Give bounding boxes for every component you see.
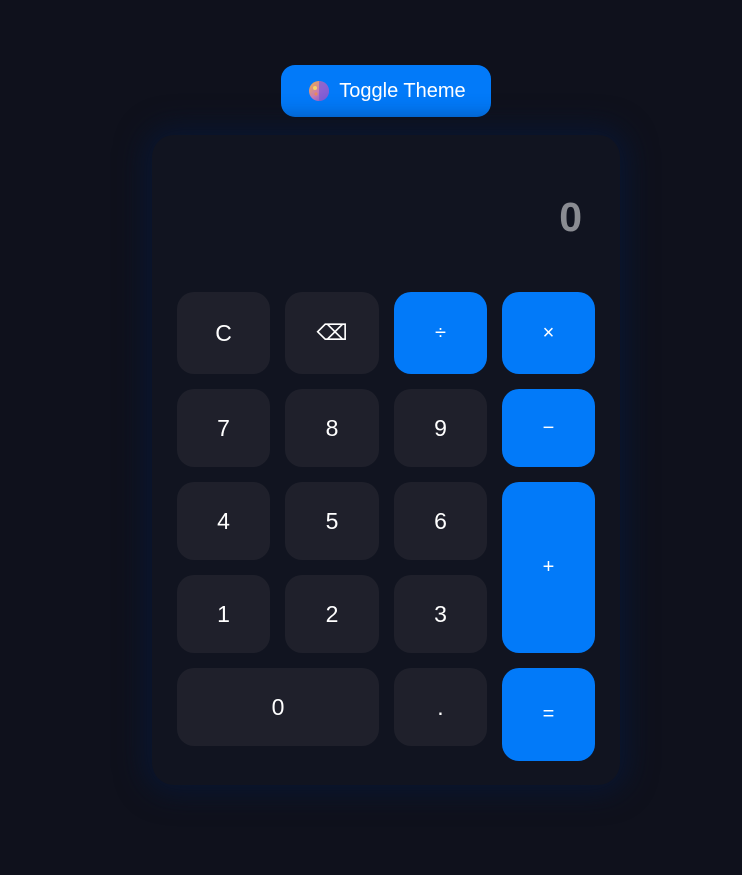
calculator-panel: 0 C ⌫ ÷ × 7 8 9 − 4 5 6 + 1 2 3 0 . =: [152, 135, 620, 785]
calculator-page: Toggle Theme 0 C ⌫ ÷ × 7 8 9 − 4 5 6 + 1…: [0, 0, 742, 875]
digit-3-button[interactable]: 3: [394, 575, 487, 653]
digit-8-button[interactable]: 8: [285, 389, 379, 467]
backspace-button[interactable]: ⌫: [285, 292, 379, 374]
divide-button[interactable]: ÷: [394, 292, 487, 374]
equals-button[interactable]: =: [502, 668, 595, 761]
clear-button[interactable]: C: [177, 292, 270, 374]
digit-6-button[interactable]: 6: [394, 482, 487, 560]
digit-1-button[interactable]: 1: [177, 575, 270, 653]
multiply-button[interactable]: ×: [502, 292, 595, 374]
digit-5-button[interactable]: 5: [285, 482, 379, 560]
calculator-display: 0: [559, 194, 582, 240]
theme-palette-icon: [308, 80, 330, 102]
digit-7-button[interactable]: 7: [177, 389, 270, 467]
digit-2-button[interactable]: 2: [285, 575, 379, 653]
toggle-theme-button[interactable]: Toggle Theme: [281, 65, 491, 117]
decimal-button[interactable]: .: [394, 668, 487, 746]
subtract-button[interactable]: −: [502, 389, 595, 467]
digit-4-button[interactable]: 4: [177, 482, 270, 560]
digit-0-button[interactable]: 0: [177, 668, 379, 746]
digit-9-button[interactable]: 9: [394, 389, 487, 467]
toggle-theme-label: Toggle Theme: [339, 79, 466, 102]
add-button[interactable]: +: [502, 482, 595, 653]
